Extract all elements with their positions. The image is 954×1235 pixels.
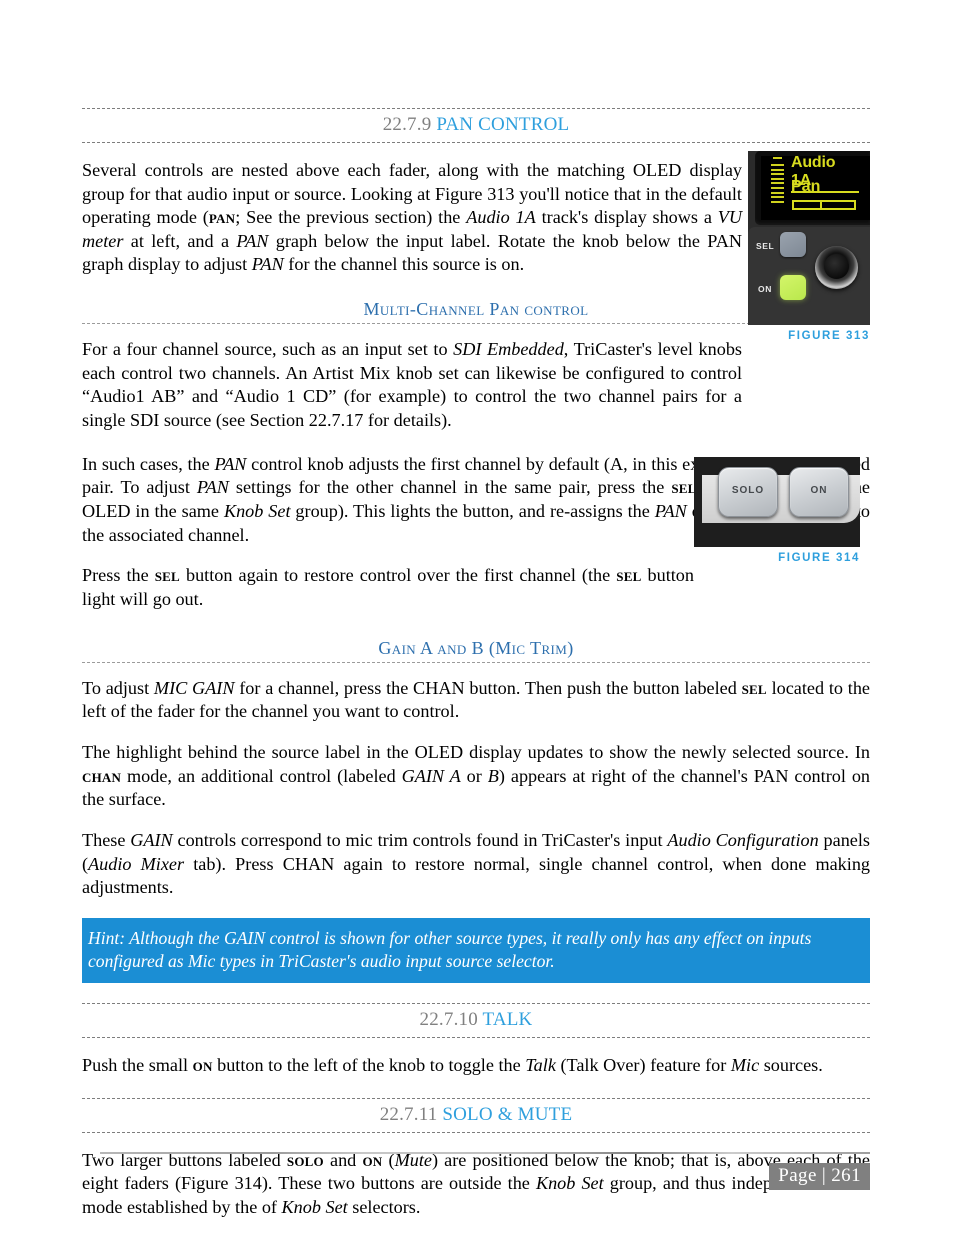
figure-313-caption: FIGURE 313 bbox=[788, 330, 870, 342]
on-button[interactable] bbox=[780, 275, 806, 300]
text-run-italic: PAN bbox=[214, 453, 247, 474]
text-run-italic: PAN bbox=[251, 254, 284, 275]
text-run: or bbox=[460, 765, 488, 786]
text-run: group). This lights the button, and re-a… bbox=[290, 501, 655, 522]
text-run: selectors. bbox=[347, 1197, 421, 1218]
section-title: PAN CONTROL bbox=[436, 114, 570, 135]
text-run: The highlight behind the source label in… bbox=[82, 742, 870, 762]
text-run-italic: Audio 1A bbox=[466, 207, 536, 228]
footer-divider bbox=[100, 1152, 870, 1154]
section-title: SOLO & MUTE bbox=[442, 1103, 573, 1125]
text-run: ; See the previous section) the bbox=[235, 207, 467, 228]
text-run: Push the small bbox=[82, 1055, 193, 1076]
paragraph-pan-intro: Several controls are nested above each f… bbox=[82, 159, 742, 277]
mute-on-button[interactable]: ON bbox=[789, 467, 849, 517]
text-run: track's display shows a bbox=[535, 207, 718, 228]
sel-button[interactable] bbox=[780, 232, 806, 257]
sel-button-label: SEL bbox=[756, 241, 775, 251]
paragraph-highlight-source-label: The highlight behind the source label in… bbox=[82, 741, 870, 812]
text-run: sources. bbox=[759, 1055, 823, 1076]
text-run-italic: MIC GAIN bbox=[153, 677, 235, 698]
section-heading-talk: 22.7.10 TALK bbox=[82, 1003, 870, 1039]
text-run: In such cases, the bbox=[82, 453, 215, 474]
text-run-italic: GAIN bbox=[130, 829, 173, 850]
text-run: button again to restore control over the… bbox=[179, 565, 617, 586]
pan-graph-bar bbox=[792, 200, 856, 210]
text-run-italic: PAN bbox=[196, 477, 229, 498]
text-run-smallcaps: on bbox=[192, 1055, 213, 1076]
text-run: for the channel this source is on. bbox=[283, 254, 525, 275]
text-run-smallcaps: sel bbox=[741, 677, 767, 698]
text-run-smallcaps: chan bbox=[82, 765, 122, 786]
text-run-italic: SDI Embedded bbox=[453, 339, 564, 360]
text-run-italic: PAN bbox=[654, 501, 687, 522]
text-run: controls correspond to mic trim controls… bbox=[172, 829, 668, 850]
subheading-gain-a-and-b: Gain A and B (Mic Trim) bbox=[82, 638, 870, 663]
text-run: for a channel, press the CHAN button. Th… bbox=[234, 677, 742, 698]
text-run-smallcaps: sel bbox=[671, 477, 697, 498]
section-heading-pan-control: 22.7.9 PAN CONTROL bbox=[82, 108, 870, 143]
text-run: settings for the other channel in the sa… bbox=[228, 477, 672, 498]
paragraph-block-four-channel: For a four channel source, such as an in… bbox=[82, 338, 742, 433]
text-run-italic: Knob Set bbox=[281, 1197, 348, 1218]
section-number: 22.7.10 bbox=[419, 1009, 478, 1031]
text-run-italic: B bbox=[487, 765, 499, 786]
page-number-badge: Page | 261 bbox=[769, 1163, 870, 1190]
text-run: tab). Press CHAN again to restore normal… bbox=[82, 853, 871, 898]
paragraph-solo-mute: Two larger buttons labeled solo and on (… bbox=[82, 1149, 870, 1220]
text-run: These bbox=[82, 829, 131, 850]
section-number: 22.7.11 bbox=[379, 1103, 438, 1125]
text-run: (Talk Over) feature for bbox=[555, 1055, 731, 1076]
paragraph-block-pan-intro: Several controls are nested above each f… bbox=[82, 159, 742, 277]
paragraph-four-channel: For a four channel source, such as an in… bbox=[82, 338, 742, 433]
text-run-italic: PAN bbox=[236, 230, 269, 251]
text-run-smallcaps: pan bbox=[208, 207, 236, 228]
figure-314-caption: FIGURE 314 bbox=[778, 552, 860, 564]
figure-313-image: Audio 1A Pan SEL ON bbox=[748, 151, 870, 325]
section-number: 22.7.9 bbox=[382, 114, 432, 135]
text-run: button to the left of the knob to toggle… bbox=[212, 1055, 526, 1076]
figure-313: Audio 1A Pan SEL ON FIGURE 313 bbox=[748, 151, 870, 342]
text-run-italic: Audio Mixer bbox=[88, 853, 185, 874]
paragraph-block-sel-restore: Press the sel button again to restore co… bbox=[82, 564, 694, 611]
oled-mode-label: Pan bbox=[791, 178, 821, 195]
figure-314: SOLO ON FIGURE 314 bbox=[694, 457, 860, 564]
paragraph-talk: Push the small on button to the left of … bbox=[82, 1054, 870, 1078]
text-run-italic: Knob Set bbox=[535, 1173, 604, 1194]
text-run-italic: Knob Set bbox=[223, 501, 291, 522]
paragraph-sel-restore: Press the sel button again to restore co… bbox=[82, 564, 694, 611]
on-button-label: ON bbox=[758, 284, 772, 294]
rotary-knob[interactable] bbox=[815, 246, 858, 289]
figure-314-image: SOLO ON bbox=[694, 457, 860, 547]
solo-button[interactable]: SOLO bbox=[718, 467, 778, 517]
text-run-smallcaps: sel bbox=[616, 565, 642, 586]
section-heading-solo-mute: 22.7.11 SOLO & MUTE bbox=[82, 1097, 870, 1133]
paragraph-gain-controls: These GAIN controls correspond to mic tr… bbox=[82, 829, 870, 900]
section-title: TALK bbox=[482, 1009, 533, 1031]
text-run-italic: GAIN A bbox=[401, 765, 461, 786]
text-run: mode, an additional control (labeled bbox=[121, 765, 402, 786]
solo-button-label: SOLO bbox=[731, 485, 765, 496]
text-run: For a four channel source, such as an in… bbox=[82, 339, 454, 360]
document-page: 22.7.9 PAN CONTROL Several controls are … bbox=[0, 0, 954, 1235]
text-run: To adjust bbox=[82, 677, 154, 698]
mute-on-button-label: ON bbox=[810, 485, 828, 496]
text-run-italic: Mic bbox=[730, 1055, 760, 1076]
text-run-smallcaps: sel bbox=[154, 565, 180, 586]
text-run: Press the bbox=[82, 565, 155, 586]
text-run-italic: Talk bbox=[525, 1055, 556, 1076]
paragraph-mic-gain: To adjust MIC GAIN for a channel, press … bbox=[82, 677, 870, 724]
text-run: at left, and a bbox=[123, 230, 237, 251]
hint-callout-box: Hint: Although the GAIN control is shown… bbox=[82, 917, 870, 984]
text-run-italic: Audio Configuration bbox=[667, 829, 819, 850]
vu-meter-icon bbox=[771, 157, 784, 215]
